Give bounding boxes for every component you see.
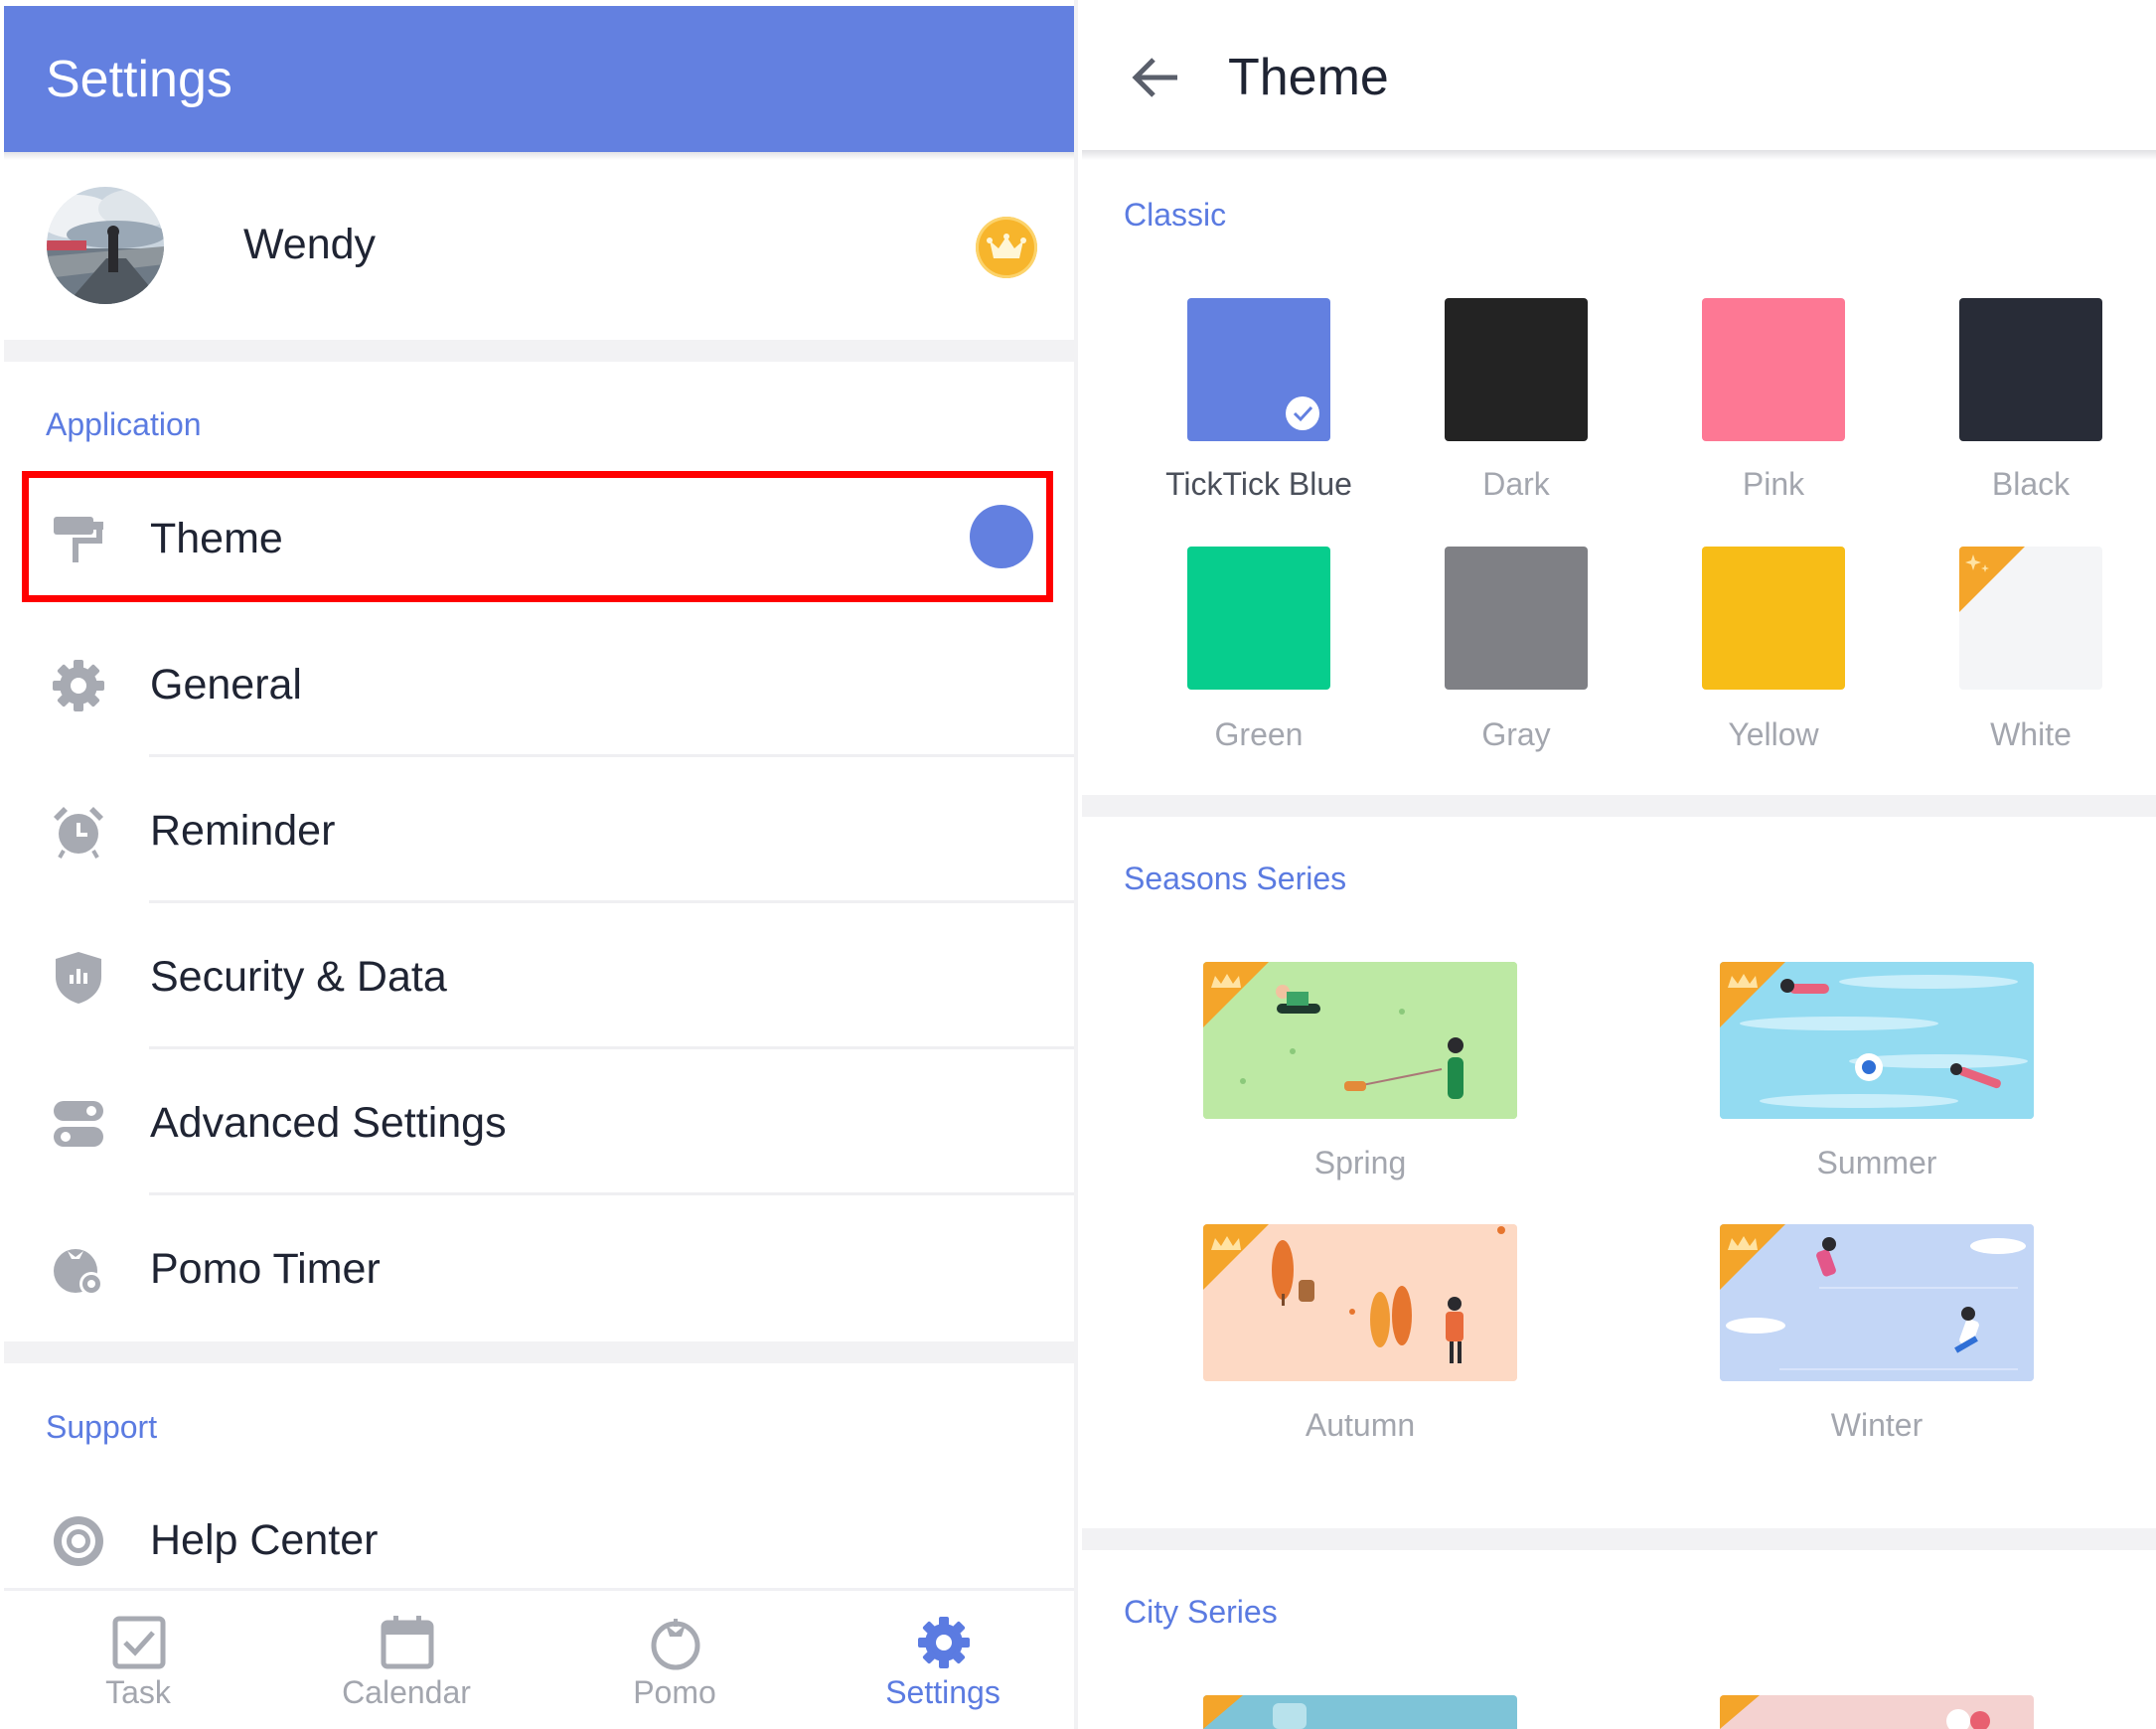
swatch-name: Black (1991, 466, 2071, 502)
color-swatch (1702, 547, 1845, 690)
page-title: Theme (1228, 49, 1389, 106)
menu-item-security-data[interactable]: Security & Data (4, 905, 1074, 1051)
theme-name: Summer (1816, 1145, 1937, 1180)
section-label-seasons: Seasons Series (1124, 861, 1347, 896)
theme-name: Winter (1830, 1407, 1924, 1443)
theme-option-gray[interactable]: Gray (1415, 547, 1614, 785)
premium-corner-icon (1959, 547, 2025, 612)
toggles-icon (54, 1101, 103, 1147)
section-label-application: Application (46, 406, 202, 442)
theme-panel: Theme Classic TickTick Blue Dark Pink Bl… (1082, 0, 2156, 1729)
menu-item-advanced-settings[interactable]: Advanced Settings (4, 1051, 1074, 1197)
divider (149, 1192, 1074, 1195)
theme-option-ticktick-blue[interactable]: TickTick Blue (1157, 298, 1356, 537)
theme-name: Autumn (1305, 1407, 1416, 1443)
color-swatch (1702, 298, 1845, 441)
profile-name: Wendy (243, 221, 377, 268)
calendar-icon (381, 1616, 434, 1669)
theme-thumbnail (1720, 962, 2034, 1119)
checkmark-icon (1286, 396, 1319, 430)
menu-label: Security & Data (150, 953, 447, 1001)
color-swatch (1445, 298, 1588, 441)
theme-option-city-1[interactable] (1203, 1695, 1517, 1729)
lifebuoy-icon (54, 1516, 103, 1566)
color-swatch (1187, 547, 1330, 690)
bottom-navigation: Task Calendar Pomo Settings (4, 1588, 1074, 1729)
nav-tab-pomo[interactable]: Pomo (540, 1591, 809, 1729)
swatch-name: TickTick Blue (1165, 466, 1352, 502)
menu-item-reminder[interactable]: Reminder (4, 759, 1074, 905)
menu-label: Advanced Settings (150, 1099, 507, 1147)
theme-option-summer[interactable]: Summer (1720, 962, 2038, 1200)
back-arrow-icon[interactable] (1128, 50, 1183, 105)
divider (149, 754, 1074, 757)
theme-option-pink[interactable]: Pink (1672, 298, 1871, 537)
color-swatch (1959, 298, 2102, 441)
page-title: Settings (46, 51, 232, 108)
nav-tab-task[interactable]: Task (4, 1591, 272, 1729)
profile-row[interactable]: Wendy (4, 169, 1074, 338)
nav-label: Task (105, 1674, 171, 1710)
premium-crown-icon[interactable] (976, 217, 1037, 278)
section-label-support: Support (46, 1409, 158, 1445)
swatch-name: Pink (1742, 466, 1805, 502)
section-divider (4, 340, 1074, 362)
nav-label: Settings (885, 1674, 1001, 1710)
swatch-name: Green (1214, 716, 1304, 752)
menu-item-pomo-timer[interactable]: Pomo Timer (4, 1197, 1074, 1343)
theme-option-white[interactable]: White (1929, 547, 2128, 785)
settings-header: Settings (4, 6, 1074, 152)
theme-name: Spring (1313, 1145, 1407, 1180)
header-shadow (1082, 150, 2156, 160)
section-label-city: City Series (1124, 1594, 1278, 1630)
nav-label: Calendar (342, 1674, 471, 1710)
gear-icon (53, 660, 104, 711)
divider (149, 1046, 1074, 1049)
theme-header: Theme (1082, 0, 2156, 152)
swatch-name: Yellow (1728, 716, 1819, 752)
nav-label: Pomo (633, 1674, 716, 1710)
theme-option-spring[interactable]: Spring (1203, 962, 1521, 1200)
section-divider (4, 1341, 1074, 1363)
color-swatch (1187, 298, 1330, 441)
theme-option-dark[interactable]: Dark (1415, 298, 1614, 537)
section-label-classic: Classic (1124, 197, 1227, 233)
avatar[interactable] (47, 187, 164, 304)
section-divider (1082, 795, 2156, 817)
section-divider (1082, 1528, 2156, 1550)
highlight-box (22, 471, 1053, 602)
color-swatch (1445, 547, 1588, 690)
theme-option-black[interactable]: Black (1929, 298, 2128, 537)
settings-panel: Settings Wendy Application Theme General… (0, 0, 1078, 1729)
nav-tab-settings[interactable]: Settings (809, 1591, 1074, 1729)
swatch-name: Dark (1482, 466, 1550, 502)
theme-option-city-2[interactable] (1720, 1695, 2034, 1729)
menu-label: Reminder (150, 807, 336, 855)
checkbox-icon (112, 1616, 166, 1669)
tomato-gear-icon (54, 1249, 103, 1296)
menu-label: Help Center (150, 1516, 379, 1564)
theme-thumbnail (1203, 1224, 1517, 1381)
theme-thumbnail (1720, 1224, 2034, 1381)
menu-label: General (150, 661, 302, 708)
theme-option-winter[interactable]: Winter (1720, 1224, 2038, 1463)
theme-option-yellow[interactable]: Yellow (1672, 547, 1871, 785)
nav-tab-calendar[interactable]: Calendar (272, 1591, 540, 1729)
theme-thumbnail (1203, 962, 1517, 1119)
swatch-name: White (1990, 716, 2072, 752)
divider (149, 900, 1074, 903)
menu-item-general[interactable]: General (4, 613, 1074, 759)
shield-icon (56, 952, 101, 1004)
swatch-name: Gray (1481, 716, 1551, 752)
theme-option-autumn[interactable]: Autumn (1203, 1224, 1521, 1463)
alarm-clock-icon (54, 807, 103, 859)
header-shadow (4, 152, 1074, 160)
menu-label: Pomo Timer (150, 1245, 381, 1293)
tomato-icon (651, 1619, 700, 1670)
gear-icon (918, 1617, 970, 1668)
color-swatch (1959, 547, 2102, 690)
theme-option-green[interactable]: Green (1157, 547, 1356, 785)
